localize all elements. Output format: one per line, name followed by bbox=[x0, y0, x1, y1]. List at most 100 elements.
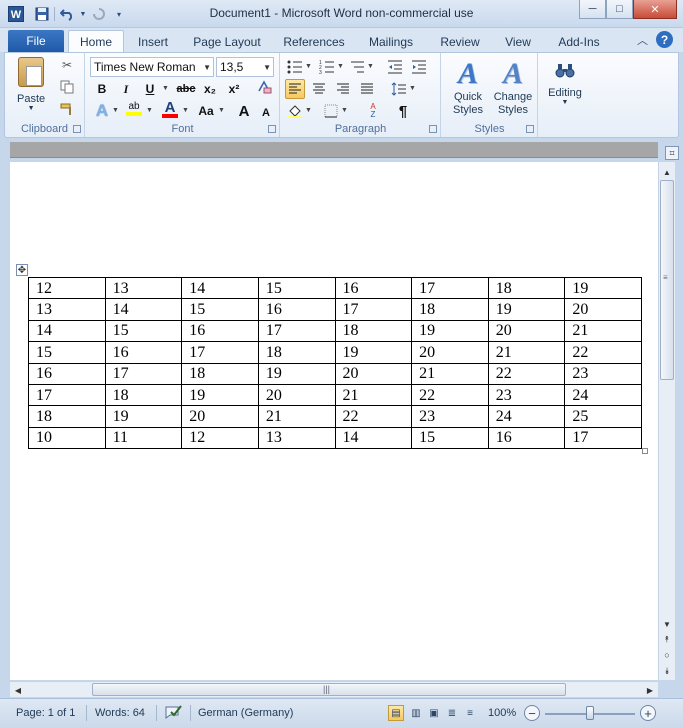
table-cell[interactable]: 14 bbox=[334, 426, 413, 450]
shrink-font-button[interactable]: A bbox=[256, 103, 276, 123]
table-cell[interactable]: 13 bbox=[257, 426, 336, 450]
table-cell[interactable]: 15 bbox=[181, 298, 259, 321]
grow-font-button[interactable]: A bbox=[234, 101, 254, 121]
sort-icon[interactable]: AZ bbox=[363, 101, 383, 121]
full-screen-reading-icon[interactable]: ▥ bbox=[408, 705, 424, 721]
scroll-up-icon[interactable]: ▲ bbox=[659, 164, 675, 180]
print-layout-view-icon[interactable]: ▤ bbox=[388, 705, 404, 721]
tab-view[interactable]: View bbox=[498, 32, 538, 52]
justify-button[interactable] bbox=[357, 79, 377, 99]
table-cell[interactable]: 21 bbox=[411, 362, 489, 385]
shading-icon[interactable] bbox=[285, 101, 305, 121]
styles-launcher-icon[interactable] bbox=[526, 125, 534, 133]
table-cell[interactable]: 22 bbox=[487, 362, 566, 385]
zoom-in-button[interactable]: + bbox=[640, 705, 656, 721]
minimize-button[interactable]: ─ bbox=[579, 0, 606, 19]
table-cell[interactable]: 16 bbox=[181, 319, 259, 343]
table-cell[interactable]: 21 bbox=[257, 405, 336, 428]
table-cell[interactable]: 15 bbox=[257, 276, 336, 300]
table-cell[interactable]: 20 bbox=[411, 341, 489, 364]
table-cell[interactable]: 19 bbox=[411, 319, 489, 343]
table-cell[interactable]: 16 bbox=[257, 298, 336, 321]
table-cell[interactable]: 23 bbox=[564, 362, 642, 385]
table-cell[interactable]: 19 bbox=[487, 298, 566, 321]
language-indicator[interactable]: German (Germany) bbox=[198, 707, 293, 719]
browse-object-icon[interactable]: ○ bbox=[659, 648, 675, 662]
scroll-left-icon[interactable]: ◀ bbox=[10, 682, 26, 698]
table-cell[interactable]: 19 bbox=[104, 405, 183, 428]
table-cell[interactable]: 24 bbox=[564, 383, 642, 407]
table-cell[interactable]: 17 bbox=[564, 426, 642, 450]
text-effects-button[interactable]: A bbox=[92, 101, 112, 121]
scroll-right-icon[interactable]: ▶ bbox=[642, 682, 658, 698]
draft-view-icon[interactable]: ≡ bbox=[462, 705, 478, 721]
text-effects-dropdown-icon[interactable]: ▼ bbox=[112, 107, 119, 114]
table-cell[interactable]: 22 bbox=[411, 383, 489, 407]
table-resize-handle[interactable] bbox=[642, 448, 648, 454]
table-cell[interactable]: 19 bbox=[181, 383, 259, 407]
table-cell[interactable]: 20 bbox=[334, 362, 413, 385]
italic-button[interactable]: I bbox=[116, 79, 136, 99]
table-cell[interactable]: 14 bbox=[104, 298, 183, 321]
table-cell[interactable]: 18 bbox=[411, 298, 489, 321]
clear-formatting-icon[interactable] bbox=[254, 77, 274, 97]
tab-mailings[interactable]: Mailings bbox=[362, 32, 420, 52]
tab-insert[interactable]: Insert bbox=[130, 32, 176, 52]
minimize-ribbon-icon[interactable]: ︿ bbox=[637, 32, 648, 48]
table-cell[interactable]: 18 bbox=[28, 405, 106, 428]
table-cell[interactable]: 20 bbox=[257, 383, 336, 407]
borders-dropdown-icon[interactable]: ▼ bbox=[341, 107, 348, 114]
table-cell[interactable]: 21 bbox=[487, 341, 566, 364]
scroll-down-icon[interactable]: ▼ bbox=[659, 616, 675, 632]
close-button[interactable]: ✕ bbox=[633, 0, 677, 19]
line-spacing-dropdown-icon[interactable]: ▼ bbox=[409, 85, 416, 92]
table-cell[interactable]: 17 bbox=[257, 319, 336, 343]
paste-button[interactable]: Paste ▼ bbox=[17, 57, 45, 112]
table-cell[interactable]: 12 bbox=[181, 426, 259, 450]
horizontal-scrollbar[interactable]: ◀ ||| ▶ bbox=[10, 681, 658, 697]
table-cell[interactable]: 18 bbox=[487, 276, 566, 300]
table-move-handle-icon[interactable]: ✥ bbox=[16, 264, 28, 276]
change-styles-button[interactable]: A Change Styles bbox=[490, 57, 536, 117]
font-color-button[interactable]: A bbox=[160, 99, 180, 119]
shading-dropdown-icon[interactable]: ▼ bbox=[305, 107, 312, 114]
font-size-dropdown-icon[interactable]: ▼ bbox=[263, 63, 271, 72]
decrease-indent-icon[interactable] bbox=[385, 57, 405, 77]
view-ruler-icon[interactable]: ⌗ bbox=[665, 146, 679, 160]
table-cell[interactable]: 18 bbox=[104, 383, 183, 407]
change-case-dropdown-icon[interactable]: ▼ bbox=[218, 107, 225, 114]
horizontal-scroll-thumb[interactable]: ||| bbox=[92, 683, 566, 696]
format-painter-icon[interactable] bbox=[59, 101, 75, 117]
underline-button[interactable]: U bbox=[140, 79, 160, 99]
table-cell[interactable]: 19 bbox=[334, 341, 413, 364]
next-page-icon[interactable]: ⯯ bbox=[659, 664, 675, 678]
maximize-button[interactable]: □ bbox=[606, 0, 633, 19]
table-cell[interactable]: 16 bbox=[334, 276, 413, 300]
clipboard-launcher-icon[interactable] bbox=[73, 125, 81, 133]
align-left-button[interactable] bbox=[285, 79, 305, 99]
table-cell[interactable]: 23 bbox=[411, 405, 489, 428]
tab-home[interactable]: Home bbox=[68, 30, 124, 53]
outline-view-icon[interactable]: ≣ bbox=[444, 705, 460, 721]
font-launcher-icon[interactable] bbox=[268, 125, 276, 133]
show-formatting-button[interactable]: ¶ bbox=[393, 101, 413, 121]
table-cell[interactable]: 17 bbox=[28, 383, 106, 407]
table-cell[interactable]: 22 bbox=[334, 405, 413, 428]
numbering-icon[interactable]: 123 bbox=[317, 57, 337, 77]
table-cell[interactable]: 19 bbox=[257, 362, 336, 385]
align-center-button[interactable] bbox=[309, 79, 329, 99]
word-count[interactable]: Words: 64 bbox=[95, 707, 145, 719]
superscript-button[interactable]: x² bbox=[224, 79, 244, 99]
vertical-scrollbar[interactable]: ▲ ≡ ▼ ⯭ ○ ⯯ bbox=[658, 162, 675, 680]
strikethrough-button[interactable]: abc bbox=[174, 79, 198, 99]
tab-references[interactable]: References bbox=[280, 32, 348, 52]
table-cell[interactable]: 17 bbox=[334, 298, 413, 321]
previous-page-icon[interactable]: ⯭ bbox=[659, 632, 675, 646]
table-cell[interactable]: 11 bbox=[104, 426, 183, 450]
zoom-out-button[interactable]: − bbox=[524, 705, 540, 721]
table-cell[interactable]: 18 bbox=[181, 362, 259, 385]
numbering-dropdown-icon[interactable]: ▼ bbox=[337, 63, 344, 70]
table-cell[interactable]: 24 bbox=[487, 405, 566, 428]
increase-indent-icon[interactable] bbox=[409, 57, 429, 77]
cut-icon[interactable]: ✂ bbox=[59, 57, 75, 73]
